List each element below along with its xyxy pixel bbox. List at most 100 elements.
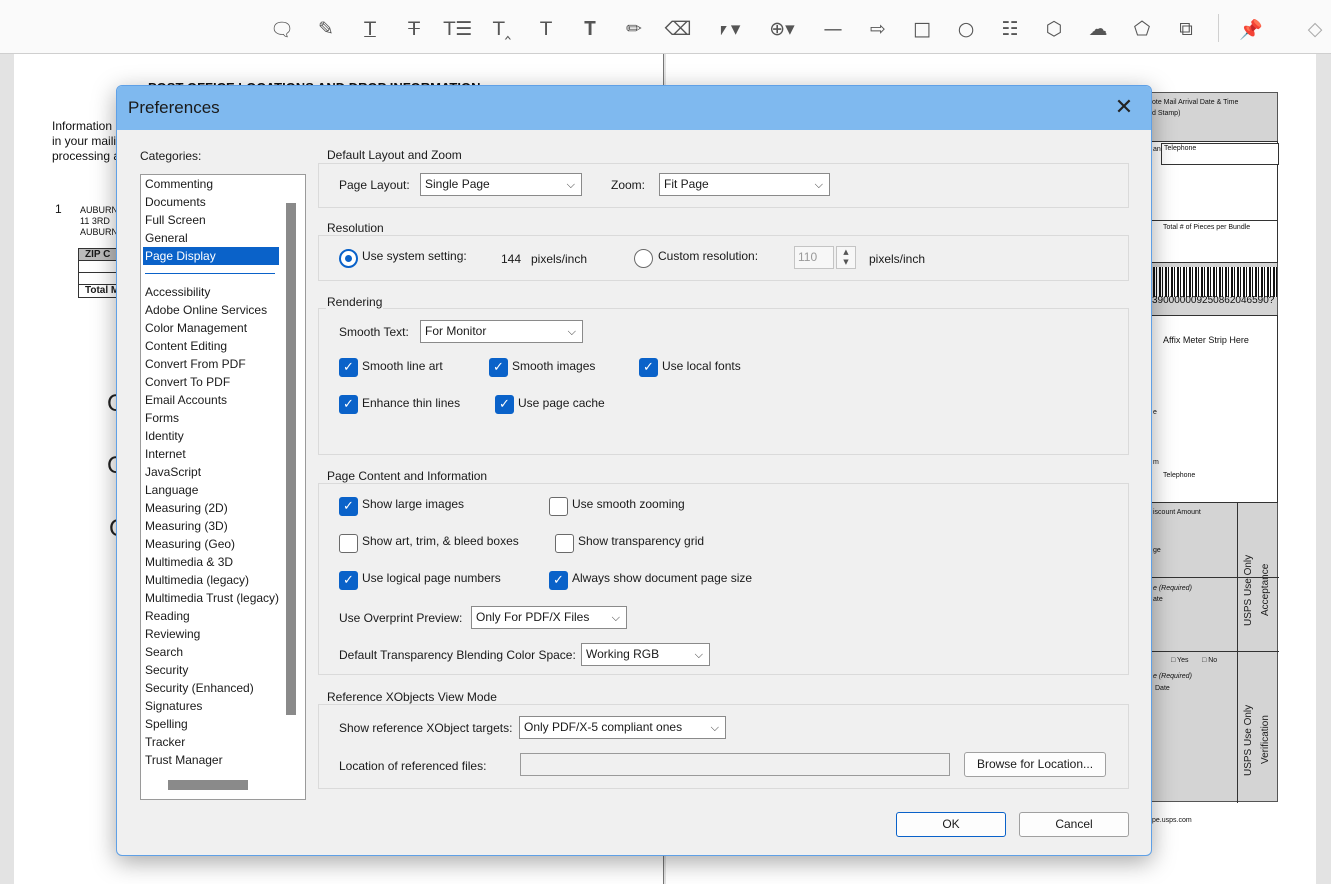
pencil-icon[interactable]: ✏ xyxy=(617,12,651,46)
category-item[interactable]: Identity xyxy=(141,427,281,445)
category-item[interactable]: Commenting xyxy=(141,175,281,193)
category-item[interactable]: JavaScript xyxy=(141,463,281,481)
category-item[interactable]: Full Screen xyxy=(141,211,281,229)
close-icon[interactable]: ✕ xyxy=(1111,95,1137,121)
show-transparency-grid-label[interactable]: Show transparency grid xyxy=(578,534,704,548)
show-large-images-checkbox[interactable]: ✓ xyxy=(339,497,358,516)
use-page-cache-checkbox[interactable]: ✓ xyxy=(495,395,514,414)
use-local-fonts-checkbox[interactable]: ✓ xyxy=(639,358,658,377)
spin-down-icon[interactable]: ▼ xyxy=(837,257,855,267)
cancel-button[interactable]: Cancel xyxy=(1019,812,1129,837)
custom-resolution-label[interactable]: Custom resolution: xyxy=(658,249,758,263)
eraser-icon[interactable]: ⌫ xyxy=(661,12,695,46)
cloud-icon[interactable]: ☁ xyxy=(1081,12,1115,46)
category-item[interactable]: Email Accounts xyxy=(141,391,281,409)
category-item[interactable]: Multimedia Trust (legacy) xyxy=(141,589,281,607)
category-item[interactable]: Page Display xyxy=(143,247,279,265)
underline-text-icon[interactable]: T xyxy=(353,12,387,46)
category-item[interactable]: Convert From PDF xyxy=(141,355,281,373)
show-art-boxes-checkbox[interactable] xyxy=(339,534,358,553)
category-item[interactable]: Adobe Online Services xyxy=(141,301,281,319)
overprint-select[interactable]: Only For PDF/X Files ⌵ xyxy=(471,606,627,629)
blending-select[interactable]: Working RGB ⌵ xyxy=(581,643,710,666)
category-item[interactable]: Reviewing xyxy=(141,625,281,643)
category-item[interactable]: Signatures xyxy=(141,697,281,715)
use-smooth-zooming-label[interactable]: Use smooth zooming xyxy=(572,497,685,511)
category-item[interactable]: Security xyxy=(141,661,281,679)
spin-up-icon[interactable]: ▲ xyxy=(837,247,855,257)
use-logical-page-numbers-checkbox[interactable]: ✓ xyxy=(339,571,358,590)
dialog-titlebar[interactable]: Preferences ✕ xyxy=(117,86,1151,130)
oval-icon[interactable]: ○ xyxy=(949,12,983,46)
text-callout-icon[interactable]: ☷ xyxy=(993,12,1027,46)
show-transparency-grid-checkbox[interactable] xyxy=(555,534,574,553)
add-text-icon[interactable]: T xyxy=(529,12,563,46)
attach-file-icon[interactable]: ⊕▾ xyxy=(762,12,802,46)
arrow-icon[interactable]: ⇨ xyxy=(861,12,895,46)
line-icon[interactable]: — xyxy=(816,12,850,46)
category-item[interactable]: Documents xyxy=(141,193,281,211)
polygon-line-icon[interactable]: ⬠ xyxy=(1125,12,1159,46)
category-item[interactable]: Convert To PDF xyxy=(141,373,281,391)
text-box-icon[interactable]: 𝐓 xyxy=(573,12,607,46)
category-item[interactable]: Multimedia (legacy) xyxy=(141,571,281,589)
category-item[interactable]: Reading xyxy=(141,607,281,625)
area-tool-icon[interactable]: ⧉ xyxy=(1169,12,1203,46)
polygon-icon[interactable]: ⬡ xyxy=(1037,12,1071,46)
use-local-fonts-label[interactable]: Use local fonts xyxy=(662,359,741,373)
system-setting-label[interactable]: Use system setting: xyxy=(362,249,467,263)
pin-icon[interactable]: 📌 xyxy=(1234,12,1268,46)
category-item[interactable]: Multimedia & 3D xyxy=(141,553,281,571)
comment-icon[interactable]: 🗨 xyxy=(265,12,299,46)
enhance-thin-lines-label[interactable]: Enhance thin lines xyxy=(362,396,460,410)
category-item[interactable]: Color Management xyxy=(141,319,281,337)
category-item[interactable]: Forms xyxy=(141,409,281,427)
xobject-targets-select[interactable]: Only PDF/X-5 compliant ones ⌵ xyxy=(519,716,726,739)
page-layout-select[interactable]: Single Page ⌵ xyxy=(420,173,582,196)
fill-icon[interactable]: ◇ xyxy=(1298,12,1331,46)
resolution-stepper[interactable]: ▲ ▼ xyxy=(836,246,856,269)
zoom-select[interactable]: Fit Page ⌵ xyxy=(659,173,830,196)
smooth-line-art-checkbox[interactable]: ✓ xyxy=(339,358,358,377)
always-show-page-size-label[interactable]: Always show document page size xyxy=(572,571,752,585)
show-large-images-label[interactable]: Show large images xyxy=(362,497,464,511)
category-item[interactable]: Security (Enhanced) xyxy=(141,679,281,697)
use-smooth-zooming-checkbox[interactable] xyxy=(549,497,568,516)
show-art-boxes-label[interactable]: Show art, trim, & bleed boxes xyxy=(362,534,519,548)
category-item[interactable]: Content Editing xyxy=(141,337,281,355)
smooth-text-select[interactable]: For Monitor ⌵ xyxy=(420,320,583,343)
use-logical-page-numbers-label[interactable]: Use logical page numbers xyxy=(362,571,501,585)
replace-text-icon[interactable]: T☰ xyxy=(441,12,475,46)
category-item[interactable]: Measuring (Geo) xyxy=(141,535,281,553)
category-item[interactable]: Tracker xyxy=(141,733,281,751)
rectangle-icon[interactable]: □ xyxy=(905,12,939,46)
vertical-scrollbar[interactable] xyxy=(286,203,296,715)
system-setting-radio[interactable] xyxy=(339,249,358,268)
category-item[interactable]: Measuring (2D) xyxy=(141,499,281,517)
use-page-cache-label[interactable]: Use page cache xyxy=(518,396,605,410)
category-item[interactable]: Search xyxy=(141,643,281,661)
category-item[interactable]: Accessibility xyxy=(141,283,281,301)
custom-resolution-input[interactable]: 110 xyxy=(794,246,834,269)
custom-resolution-radio[interactable] xyxy=(634,249,653,268)
stamp-icon[interactable]: ⎖▾ xyxy=(708,12,748,46)
categories-listbox[interactable]: Commenting Documents Full Screen General Pag… xyxy=(140,174,306,800)
insert-text-icon[interactable]: T‸ xyxy=(485,12,519,46)
always-show-page-size-checkbox[interactable]: ✓ xyxy=(549,571,568,590)
smooth-line-art-label[interactable]: Smooth line art xyxy=(362,359,443,373)
smooth-images-label[interactable]: Smooth images xyxy=(512,359,595,373)
category-item[interactable]: Language xyxy=(141,481,281,499)
strikethrough-text-icon[interactable]: T xyxy=(397,12,431,46)
location-field[interactable] xyxy=(520,753,950,776)
smooth-images-checkbox[interactable]: ✓ xyxy=(489,358,508,377)
browse-location-button[interactable]: Browse for Location... xyxy=(964,752,1106,777)
category-item[interactable]: Measuring (3D) xyxy=(141,517,281,535)
ok-button[interactable]: OK xyxy=(896,812,1006,837)
category-item[interactable]: Spelling xyxy=(141,715,281,733)
category-item[interactable]: Internet xyxy=(141,445,281,463)
category-item[interactable]: Trust Manager xyxy=(141,751,281,769)
horizontal-scrollbar[interactable] xyxy=(168,780,248,790)
enhance-thin-lines-checkbox[interactable]: ✓ xyxy=(339,395,358,414)
highlight-icon[interactable]: ✎ xyxy=(309,12,343,46)
category-item[interactable]: General xyxy=(141,229,281,247)
